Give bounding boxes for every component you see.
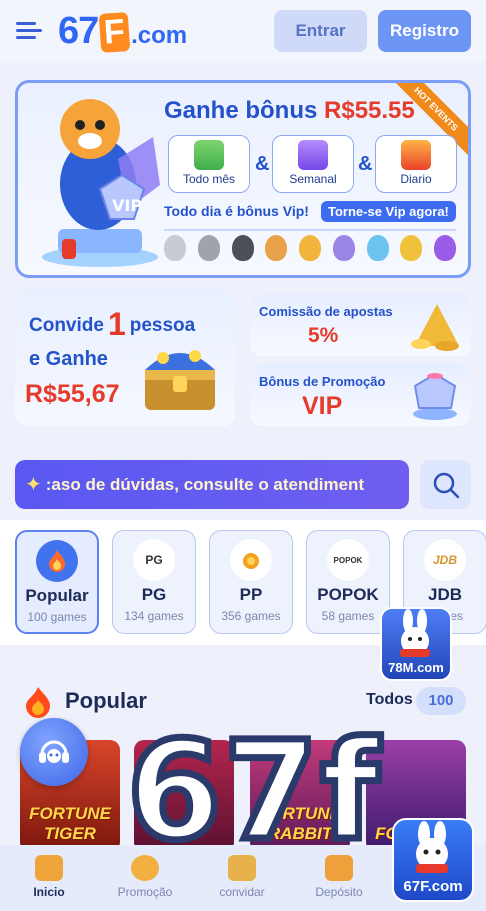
menu-icon[interactable]	[16, 20, 42, 42]
headset-icon	[39, 740, 69, 763]
medal-icon	[366, 235, 389, 261]
popok-logo-icon: POPOK	[327, 539, 369, 581]
vip-bonus-banner[interactable]: VIP HOT EVENTS Ganhe bônus R$55.55 Todo …	[15, 80, 471, 278]
invite-amount: R$55,67	[25, 380, 120, 408]
rabbit-mascot-icon	[416, 821, 448, 873]
gold-coins-icon	[411, 304, 459, 351]
medal-icon	[265, 235, 288, 261]
category-popular[interactable]: Popular 100 games	[15, 530, 99, 634]
jdb-logo-icon: JDB	[424, 539, 466, 581]
floating-app-78m[interactable]: 78M.com	[380, 607, 452, 681]
promo-card-title: Comissão de apostas	[259, 304, 393, 319]
view-all-count[interactable]: 100	[416, 687, 466, 715]
category-pg[interactable]: PG PG 134 games	[112, 530, 196, 634]
tiger-mascot-icon: VIP	[42, 99, 160, 267]
vip-gem-icon	[413, 372, 457, 420]
treasure-chest-icon	[145, 350, 215, 410]
period-daily[interactable]: Diario	[375, 135, 457, 193]
bet-commission-card[interactable]: Comissão de apostas 5%	[250, 294, 471, 356]
search-button[interactable]	[420, 460, 471, 509]
ampersand: &	[358, 153, 373, 175]
fire-icon	[26, 687, 50, 718]
vip-amount: R$55.55	[324, 97, 415, 124]
pg-logo-icon: PG	[133, 539, 175, 581]
promotion-bonus-card[interactable]: Bônus de Promoção VIP	[250, 364, 471, 426]
category-popok[interactable]: POPOK POPOK 58 games	[306, 530, 390, 634]
medal-icon	[299, 235, 321, 261]
logo-domain: .com	[131, 21, 188, 49]
promo-card-title: Bônus de Promoção	[259, 374, 386, 389]
rabbit-mascot-icon	[400, 609, 430, 657]
vip-title: Ganhe bônus R$55.55	[164, 97, 415, 124]
category-pp[interactable]: PP 356 games	[209, 530, 293, 634]
logo-number: 67	[58, 9, 99, 52]
register-button[interactable]: Registro	[378, 10, 471, 52]
period-weekly[interactable]: Semanal	[272, 135, 354, 193]
invite-friend-card[interactable]: Convide 1 pessoa e Ganhe R$55,67	[15, 290, 235, 426]
gift-box-purple-icon	[298, 140, 328, 170]
view-all-link[interactable]: Todos	[366, 691, 413, 709]
medal-icon	[434, 235, 456, 261]
calendar-check-icon	[194, 140, 224, 170]
medal-icon	[164, 235, 186, 261]
customer-support-button[interactable]	[20, 718, 88, 786]
sparkle-icon: ✦	[25, 474, 42, 496]
invite-line-2: e Ganhe	[29, 348, 108, 370]
gift-box-red-icon	[401, 140, 431, 170]
marquee-text: :aso de dúvidas, consulte o atendiment	[45, 474, 365, 494]
period-monthly[interactable]: Todo mês	[168, 135, 250, 193]
watermark-text: 67f	[123, 713, 382, 871]
site-logo[interactable]: 67 F .com	[58, 10, 187, 53]
vip-level-medals	[164, 229, 456, 265]
medal-icon	[197, 235, 220, 261]
announcement-marquee[interactable]: ✦ :aso de dúvidas, consulte o atendiment	[15, 460, 409, 509]
nav-home[interactable]: Inicio	[4, 855, 94, 899]
vip-daily-text: Todo dia é bônus Vip!	[164, 203, 309, 219]
slot-machine-icon	[35, 855, 63, 881]
medal-icon	[332, 235, 355, 261]
become-vip-button[interactable]: Torne-se Vip agora!	[321, 201, 456, 222]
pp-logo-icon	[230, 539, 272, 581]
fire-icon	[36, 540, 78, 582]
search-icon	[433, 472, 459, 498]
ampersand: &	[255, 153, 270, 175]
login-button[interactable]: Entrar	[274, 10, 367, 52]
floating-app-67f[interactable]: 67F.com	[392, 818, 474, 902]
svg-text:VIP: VIP	[112, 196, 142, 215]
section-title-popular: Popular	[65, 688, 147, 713]
promo-card-value: 5%	[308, 324, 339, 347]
medal-icon	[231, 235, 254, 261]
medal-icon	[400, 235, 423, 261]
logo-letter: F	[98, 11, 131, 53]
promo-card-value: VIP	[302, 392, 343, 420]
